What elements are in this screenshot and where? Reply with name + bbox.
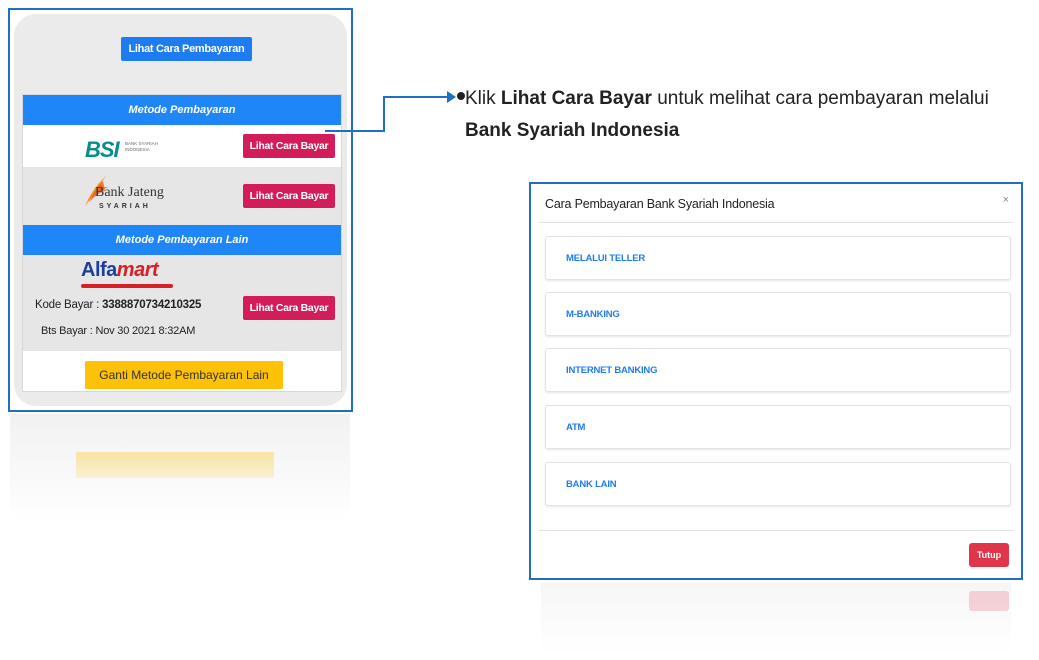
option-teller[interactable]: MELALUI TELLER [545, 236, 1011, 280]
instruction-text: Klik Lihat Cara Bayar untuk melihat cara… [465, 88, 989, 141]
view-payment-method-button[interactable]: Lihat Cara Pembayaran [121, 37, 252, 61]
bsi-view-payment-button[interactable]: Lihat Cara Bayar [243, 134, 335, 158]
modal-reflection [541, 583, 1011, 655]
method-row-bsi: BSI BANK SYARIAH INDONESIA Lihat Cara Ba… [23, 125, 341, 167]
payment-instructions-modal: Cara Pembayaran Bank Syariah Indonesia ×… [529, 182, 1023, 580]
close-icon[interactable]: × [1003, 194, 1009, 206]
option-atm[interactable]: ATM [545, 405, 1011, 449]
connector-arrow-icon [447, 91, 456, 103]
payment-panel-frame: Lihat Cara Pembayaran Metode Pembayaran … [8, 8, 353, 412]
connector-line [383, 96, 449, 98]
option-internet-banking[interactable]: INTERNET BANKING [545, 348, 1011, 392]
reflection-button [969, 591, 1009, 611]
reflection-button [76, 452, 274, 478]
modal-title: Cara Pembayaran Bank Syariah Indonesia [545, 197, 775, 211]
section-header-methods: Metode Pembayaran [23, 95, 341, 125]
payment-card: Lihat Cara Pembayaran Metode Pembayaran … [14, 14, 347, 406]
alfamart-logo: Alfamart [81, 259, 159, 281]
payment-deadline: Bts Bayar : Nov 30 2021 8:32AM [41, 325, 196, 337]
modal-divider [539, 530, 1013, 531]
change-payment-method-button[interactable]: Ganti Metode Pembayaran Lain [85, 361, 283, 389]
payment-methods-box: Metode Pembayaran BSI BANK SYARIAH INDON… [22, 94, 342, 392]
alfamart-view-payment-button[interactable]: Lihat Cara Bayar [243, 296, 335, 320]
jateng-view-payment-button[interactable]: Lihat Cara Bayar [243, 184, 335, 208]
payment-code: Kode Bayar : 3388870734210325 [35, 299, 202, 311]
bullet-icon [457, 92, 465, 100]
connector-line [383, 96, 385, 132]
bank-jateng-logo: Bank Jateng SYARIAH [81, 173, 191, 217]
connector-line [325, 130, 385, 132]
method-row-bank-jateng: Bank Jateng SYARIAH Lihat Cara Bayar [23, 167, 341, 225]
close-modal-button[interactable]: Tutup [969, 543, 1009, 567]
panel-reflection [10, 414, 350, 524]
method-row-alfamart: Alfamart Kode Bayar : 3388870734210325 B… [23, 255, 341, 351]
option-bank-lain[interactable]: BANK LAIN [545, 462, 1011, 506]
modal-divider [539, 222, 1013, 223]
bsi-logo: BSI BANK SYARIAH INDONESIA [85, 137, 158, 162]
option-m-banking[interactable]: M-BANKING [545, 292, 1011, 336]
alfamart-logo-underline [81, 284, 173, 288]
section-header-other-methods: Metode Pembayaran Lain [23, 225, 341, 255]
